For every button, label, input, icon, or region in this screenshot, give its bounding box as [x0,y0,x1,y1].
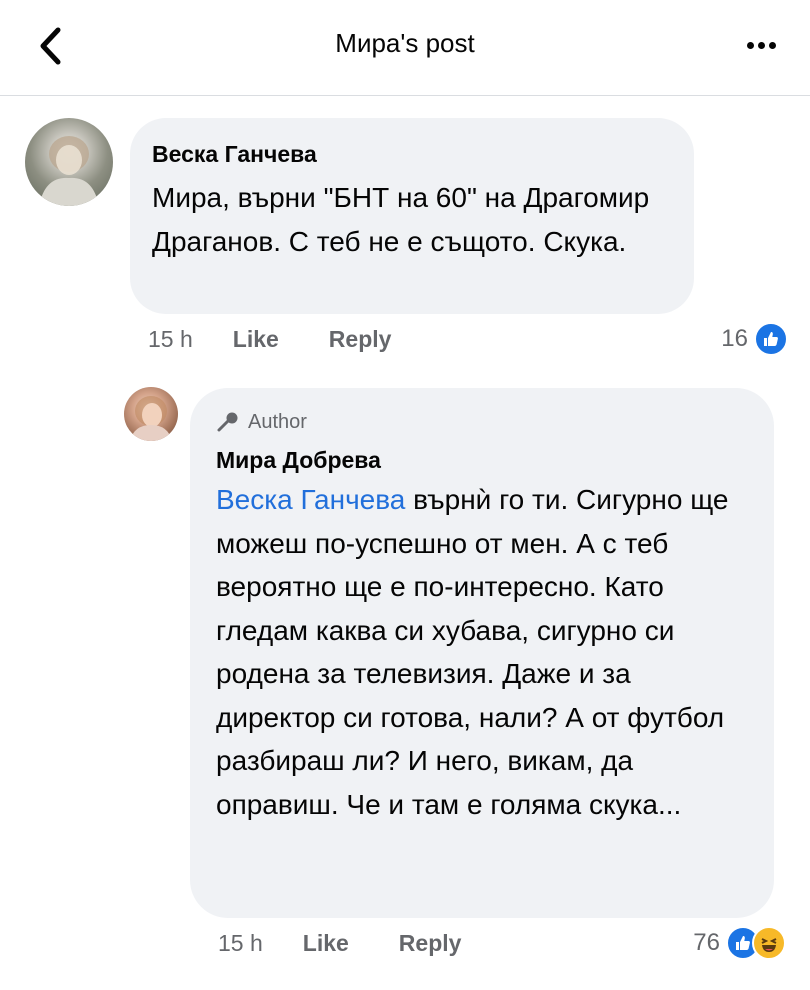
author-badge: Author [216,408,752,436]
reactions-summary[interactable]: 76 [693,926,786,960]
reply-button[interactable]: Reply [399,930,462,957]
avatar[interactable] [25,118,113,206]
comment-bubble: Веска Ганчева Мира, върни "БНТ на 60" на… [130,118,694,314]
comment-text: Мира, върни "БНТ на 60" на Драгомир Драг… [152,182,650,257]
profile-photo [39,136,99,206]
microphone-icon [217,412,238,432]
reaction-count: 76 [693,929,720,956]
reaction-count: 16 [721,325,748,352]
comment-author[interactable]: Веска Ганчева [152,140,672,168]
comment-timestamp[interactable]: 15 h [148,326,193,353]
page-title: Мира's post [335,28,475,58]
comment-text: Веска Ганчева върнѝ го ти. Сигурно ще мо… [216,478,752,826]
more-options-button[interactable] [738,30,784,60]
comment-author[interactable]: Мира Добрева [216,446,752,474]
avatar[interactable] [124,387,178,441]
like-button[interactable]: Like [303,930,349,957]
reply-button[interactable]: Reply [329,326,392,353]
top-bar: Мира's post [0,0,810,96]
like-icon [754,322,788,356]
more-horizontal-icon [746,41,754,49]
comment-bubble: Author Мира Добрева Веска Ганчева върнѝ … [190,388,774,918]
comment-timestamp[interactable]: 15 h [218,930,263,957]
mention-link[interactable]: Веска Ганчева [216,484,405,515]
comment-body: върнѝ го ти. Сигурно ще можеш по-успешно… [216,484,729,820]
reactions-summary[interactable]: 16 [721,322,788,356]
comment-actions: 15 h Like Reply [148,326,441,353]
profile-photo [130,396,172,441]
haha-icon [752,926,786,960]
author-badge-label: Author [248,410,307,433]
like-button[interactable]: Like [233,326,279,353]
comment-actions: 15 h Like Reply [218,930,511,957]
